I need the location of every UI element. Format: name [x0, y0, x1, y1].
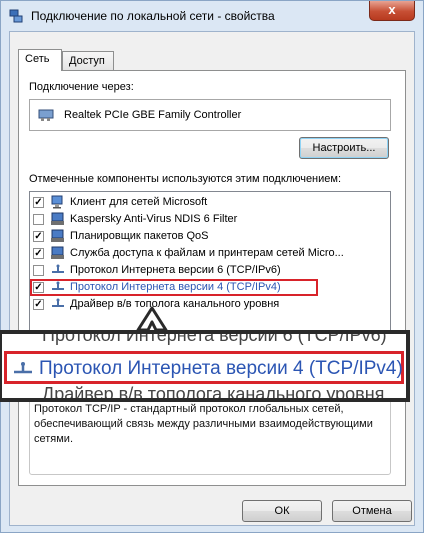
component-label: Протокол Интернета версии 4 (TCP/IPv4) [70, 281, 281, 293]
list-item[interactable]: Протокол Интернета версии 6 (TCP/IPv6) [30, 262, 390, 279]
connect-using-label: Подключение через: [29, 81, 134, 93]
protocol-icon [14, 362, 32, 374]
component-label: Драйвер в/в тополога канального уровня [70, 298, 280, 310]
list-item[interactable]: ✓ Служба доступа к файлам и принтерам се… [30, 245, 390, 262]
ok-button[interactable]: ОК [242, 500, 322, 522]
components-label: Отмеченные компоненты используются этим … [29, 173, 342, 185]
component-checkbox[interactable] [33, 214, 44, 225]
cancel-button[interactable]: Отмена [332, 500, 412, 522]
tab-sharing[interactable]: Доступ [62, 51, 114, 71]
protocol-icon [52, 298, 64, 307]
component-checkbox[interactable]: ✓ [33, 248, 44, 259]
component-label: Протокол Интернета версии 6 (TCP/IPv6) [70, 264, 281, 276]
list-item[interactable]: ✓ Планировщик пакетов QoS [30, 228, 390, 245]
component-label: Планировщик пакетов QoS [70, 230, 209, 242]
network-service-icon [51, 229, 64, 242]
zoom-row-below: Драйвер в/в тополога канального уровня [42, 384, 385, 402]
list-item[interactable]: ✓ Драйвер в/в тополога канального уровня [30, 296, 390, 313]
adapter-name: Realtek PCIe GBE Family Controller [64, 109, 242, 121]
list-item[interactable]: Kaspersky Anti-Virus NDIS 6 Filter [30, 211, 390, 228]
properties-window: Подключение по локальной сети - свойства… [0, 0, 424, 533]
adapter-field: Realtek PCIe GBE Family Controller [29, 99, 391, 131]
component-label: Клиент для сетей Microsoft [70, 196, 208, 208]
zoom-row-above: Протокол Интернета версии 6 (TCP/IPv6) [42, 330, 387, 345]
title-bar[interactable]: Подключение по локальной сети - свойства… [1, 1, 423, 31]
pointer-arrow-icon [136, 306, 168, 332]
component-label: Kaspersky Anti-Virus NDIS 6 Filter [70, 213, 238, 225]
dialog-body: Сеть Доступ Подключение через: Realtek P… [9, 31, 415, 526]
network-adapter-icon [38, 109, 54, 121]
component-checkbox[interactable]: ✓ [33, 282, 44, 293]
list-item-selected[interactable]: ✓ Протокол Интернета версии 4 (TCP/IPv4) [30, 279, 390, 296]
component-checkbox[interactable]: ✓ [33, 231, 44, 242]
list-item[interactable]: ✓ Клиент для сетей Microsoft [30, 194, 390, 211]
component-label: Служба доступа к файлам и принтерам сете… [70, 247, 344, 259]
protocol-icon [52, 281, 64, 290]
protocol-icon [52, 264, 64, 273]
component-checkbox[interactable] [33, 265, 44, 276]
network-client-icon [51, 195, 63, 209]
window-title: Подключение по локальной сети - свойства [31, 9, 275, 23]
tab-network[interactable]: Сеть [18, 49, 62, 71]
magnifier-callout: Протокол Интернета версии 6 (TCP/IPv6) П… [0, 330, 410, 402]
network-service-icon [51, 246, 64, 259]
component-checkbox[interactable]: ✓ [33, 299, 44, 310]
zoom-selected-label: Протокол Интернета версии 4 (TCP/IPv4) [39, 358, 403, 379]
network-connection-icon [9, 9, 23, 23]
zoom-selected-row: Протокол Интернета версии 4 (TCP/IPv4) [4, 351, 404, 384]
component-checkbox[interactable]: ✓ [33, 197, 44, 208]
description-text: Протокол TCP/IP - стандартный протокол г… [34, 403, 373, 445]
network-service-icon [51, 212, 64, 225]
close-button[interactable]: x [369, 1, 415, 21]
configure-button[interactable]: Настроить... [299, 137, 389, 159]
